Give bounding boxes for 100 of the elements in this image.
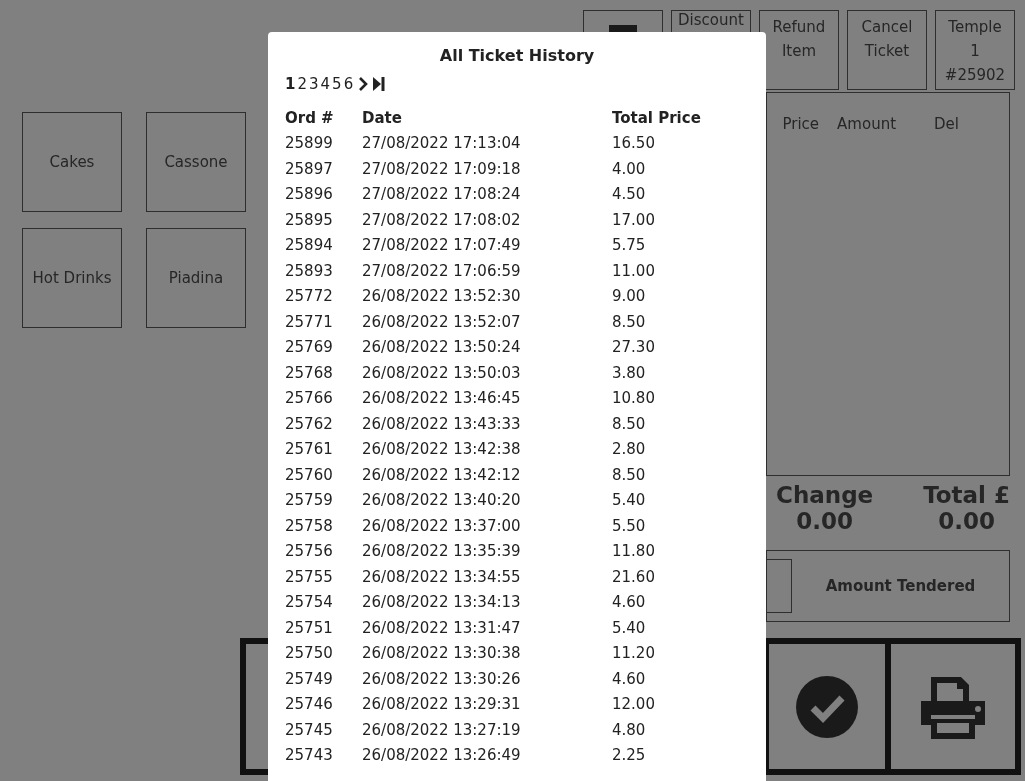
table-cell-text: 26/08/2022 13:52:07: [362, 312, 522, 331]
table-cell-text: 25766: [285, 389, 334, 408]
table-cell-text: 26/08/2022 13:27:19: [362, 720, 522, 739]
table-cell-text: 5.40: [612, 618, 647, 637]
table-cell-text: 25771: [285, 312, 334, 331]
table-cell-text: 27/08/2022 17:07:49: [362, 236, 522, 255]
table-cell-text: 25745: [285, 720, 334, 739]
table-cell-text: 26/08/2022 13:30:26: [362, 669, 522, 688]
check-icon: [796, 675, 858, 738]
table-cell-text: 25751: [285, 618, 334, 637]
table-cell-text: 21.60: [612, 567, 656, 586]
table-cell-text: 25897: [285, 159, 334, 178]
table-cell-text: 25760: [285, 465, 334, 484]
table-cell-text: 4.50: [612, 185, 647, 204]
table-cell-text: 26/08/2022 13:42:12: [362, 465, 522, 484]
table-cell-text: 25758: [285, 516, 334, 535]
page-link[interactable]: 4: [320, 75, 331, 93]
tender-label: Amount Tendered: [824, 577, 977, 595]
column-header: Amount: [837, 115, 897, 133]
page-link[interactable]: 2: [297, 75, 307, 93]
category-button[interactable]: Hot Drinks: [22, 228, 122, 328]
table-cell-text: 27/08/2022 17:08:24: [362, 185, 522, 204]
next-page-icon[interactable]: [358, 77, 369, 91]
table-cell-text: 27/08/2022 17:09:18: [362, 159, 522, 178]
table-cell-text: 25761: [285, 440, 334, 459]
table-cell-text: 26/08/2022 13:29:31: [362, 695, 522, 714]
table-cell-text: 12.00: [612, 695, 656, 714]
table-cell-text: 25896: [285, 185, 334, 204]
category-button[interactable]: Cakes: [22, 112, 122, 212]
table-cell-text: 27/08/2022 17:08:02: [362, 210, 522, 229]
column-header: Del: [934, 115, 959, 133]
table-cell-text: 16.50: [612, 134, 656, 153]
table-cell-text: 2.80: [612, 440, 647, 459]
table-cell-text: 4.60: [612, 669, 647, 688]
table-cell-text: 26/08/2022 13:40:20: [362, 491, 522, 510]
table-cell-text: 8.50: [612, 414, 647, 433]
table-cell-text: 4.60: [612, 593, 647, 612]
table-cell-text: 26/08/2022 13:34:13: [362, 593, 522, 612]
page-link[interactable]: 3: [309, 75, 319, 93]
printer-icon: [921, 674, 985, 739]
category-button[interactable]: Piadina: [146, 228, 246, 328]
table-cell-text: 25895: [285, 210, 334, 229]
page-link[interactable]: 6: [343, 75, 354, 93]
table-cell-text: 26/08/2022 13:37:00: [362, 516, 522, 535]
table-cell-text: 25759: [285, 491, 334, 510]
table-cell-text: 27/08/2022 17:06:59: [362, 261, 522, 280]
table-cell-text: 8.50: [612, 465, 647, 484]
table-cell-text: 8.50: [612, 312, 647, 331]
table-cell-text: 25899: [285, 134, 334, 153]
page-link[interactable]: 5: [332, 75, 342, 93]
table-cell-text: 26/08/2022 13:42:38: [362, 440, 522, 459]
table-cell-text: 4.00: [612, 159, 647, 178]
page-link[interactable]: 1: [285, 75, 296, 93]
table-cell-text: 25772: [285, 287, 334, 306]
table-cell-text: 26/08/2022 13:34:55: [362, 567, 522, 586]
table-cell-text: 25893: [285, 261, 334, 280]
toolbar-button[interactable]: Refund Item: [759, 10, 839, 90]
table-cell-text: 26/08/2022 13:50:24: [362, 338, 522, 357]
table-cell-text: 25750: [285, 644, 334, 663]
table-cell-text: 25749: [285, 669, 334, 688]
column-header: Ord #: [285, 108, 335, 127]
table-cell-text: 25755: [285, 567, 334, 586]
column-header: Total Price: [612, 108, 702, 127]
table-cell-text: 26/08/2022 13:30:38: [362, 644, 522, 663]
table-cell-text: 27/08/2022 17:13:04: [362, 134, 522, 153]
table-cell-text: 17.00: [612, 210, 656, 229]
column-header: Price: [782, 115, 820, 133]
dialog-title: All Ticket History: [438, 46, 596, 65]
table-cell-text: 11.80: [612, 542, 656, 561]
table-cell-text: 25756: [285, 542, 334, 561]
table-cell-text: 25754: [285, 593, 334, 612]
table-cell-text: 11.20: [612, 644, 656, 663]
table-cell-text: 5.40: [612, 491, 647, 510]
table-cell-text: 25769: [285, 338, 334, 357]
column-header: Date: [362, 108, 403, 127]
toolbar-button[interactable]: Temple 1 #25902: [935, 10, 1015, 90]
table-cell-text: 11.00: [612, 261, 656, 280]
table-cell-text: 25894: [285, 236, 334, 255]
table-cell-text: 25743: [285, 746, 334, 765]
total-label: Total £: [923, 482, 1010, 508]
table-cell-text: 25762: [285, 414, 334, 433]
table-cell-text: 26/08/2022 13:31:47: [362, 618, 522, 637]
table-cell-text: 25746: [285, 695, 334, 714]
table-cell-text: 3.80: [612, 363, 647, 382]
table-cell-text: 26/08/2022 13:52:30: [362, 287, 522, 306]
table-cell-text: 25768: [285, 363, 334, 382]
table-cell-text: 26/08/2022 13:46:45: [362, 389, 522, 408]
toolbar-button[interactable]: Cancel Ticket: [847, 10, 927, 90]
total-value: 0.00: [796, 508, 853, 534]
table-cell-text: 10.80: [612, 389, 656, 408]
total-value: 0.00: [938, 508, 995, 534]
total-label: Change: [776, 482, 874, 508]
table-cell-text: 26/08/2022 13:35:39: [362, 542, 522, 561]
table-cell-text: 26/08/2022 13:43:33: [362, 414, 522, 433]
table-cell-text: 9.00: [612, 287, 647, 306]
last-page-icon[interactable]: [373, 77, 386, 91]
input-field[interactable]: [767, 559, 792, 613]
table-cell-text: 26/08/2022 13:26:49: [362, 746, 522, 765]
table-cell-text: 5.75: [612, 236, 647, 255]
category-button[interactable]: Cassone: [146, 112, 246, 212]
